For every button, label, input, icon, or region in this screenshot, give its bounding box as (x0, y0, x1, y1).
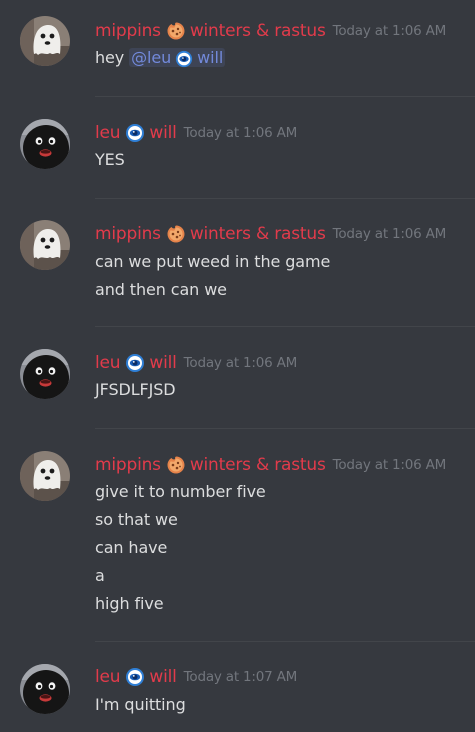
avatar[interactable] (20, 451, 70, 501)
message-divider (95, 428, 475, 429)
message-divider (95, 641, 475, 642)
message-header: leu will Today at 1:06 AM (95, 122, 297, 144)
message-line: and then can we (95, 280, 227, 299)
timestamp: Today at 1:06 AM (332, 226, 447, 242)
user-mention[interactable]: @leu will (129, 48, 226, 68)
author-name-suffix[interactable]: will (149, 353, 176, 373)
message-line: I'm quitting (95, 695, 186, 714)
message-header: leu will Today at 1:06 AM (95, 352, 297, 374)
author-name-suffix[interactable]: will (149, 667, 176, 687)
message-line: JFSDLFJSD (95, 380, 176, 399)
message-line: can have (95, 538, 168, 557)
cookie-icon (166, 455, 186, 475)
author-name[interactable]: leu (95, 123, 121, 143)
blue-eye-icon (125, 667, 145, 687)
author-name[interactable]: mippins (95, 455, 161, 475)
message-divider (95, 198, 475, 199)
avatar[interactable] (20, 664, 70, 714)
author-name[interactable]: mippins (95, 224, 161, 244)
message-line: a (95, 566, 105, 585)
message-header: mippins winters & rastus Today at 1:06 A… (95, 223, 446, 245)
blue-eye-icon (175, 50, 193, 68)
message-header: leu will Today at 1:07 AM (95, 666, 297, 688)
cookie-icon (166, 224, 186, 244)
message-content: hey @leu will (95, 48, 226, 68)
author-name[interactable]: leu (95, 667, 121, 687)
timestamp: Today at 1:07 AM (183, 669, 298, 685)
message-header: mippins winters & rastus Today at 1:06 A… (95, 454, 446, 476)
message-divider (95, 96, 475, 97)
timestamp: Today at 1:06 AM (332, 23, 447, 39)
message-text: hey (95, 48, 130, 67)
message-header: mippins winters & rastus Today at 1:06 A… (95, 20, 446, 42)
timestamp: Today at 1:06 AM (183, 125, 298, 141)
message-line: give it to number five (95, 482, 266, 501)
message-line: so that we (95, 510, 178, 529)
chat-message-list: mippins winters & rastus Today at 1:06 A… (0, 0, 475, 732)
avatar[interactable] (20, 220, 70, 270)
avatar[interactable] (20, 119, 70, 169)
author-name[interactable]: mippins (95, 21, 161, 41)
avatar[interactable] (20, 349, 70, 399)
message-divider (95, 326, 475, 327)
timestamp: Today at 1:06 AM (183, 355, 298, 371)
message-line: YES (95, 150, 125, 169)
message-line: can we put weed in the game (95, 252, 331, 271)
author-name-suffix[interactable]: winters & rastus (190, 224, 326, 244)
blue-eye-icon (125, 123, 145, 143)
timestamp: Today at 1:06 AM (332, 457, 447, 473)
author-name-suffix[interactable]: winters & rastus (190, 455, 326, 475)
message-line: high five (95, 594, 164, 613)
mention-name: @leu (131, 48, 172, 67)
author-name-suffix[interactable]: will (149, 123, 176, 143)
mention-name-suffix: will (197, 48, 224, 67)
author-name-suffix[interactable]: winters & rastus (190, 21, 326, 41)
avatar[interactable] (20, 16, 70, 66)
cookie-icon (166, 21, 186, 41)
blue-eye-icon (125, 353, 145, 373)
author-name[interactable]: leu (95, 353, 121, 373)
